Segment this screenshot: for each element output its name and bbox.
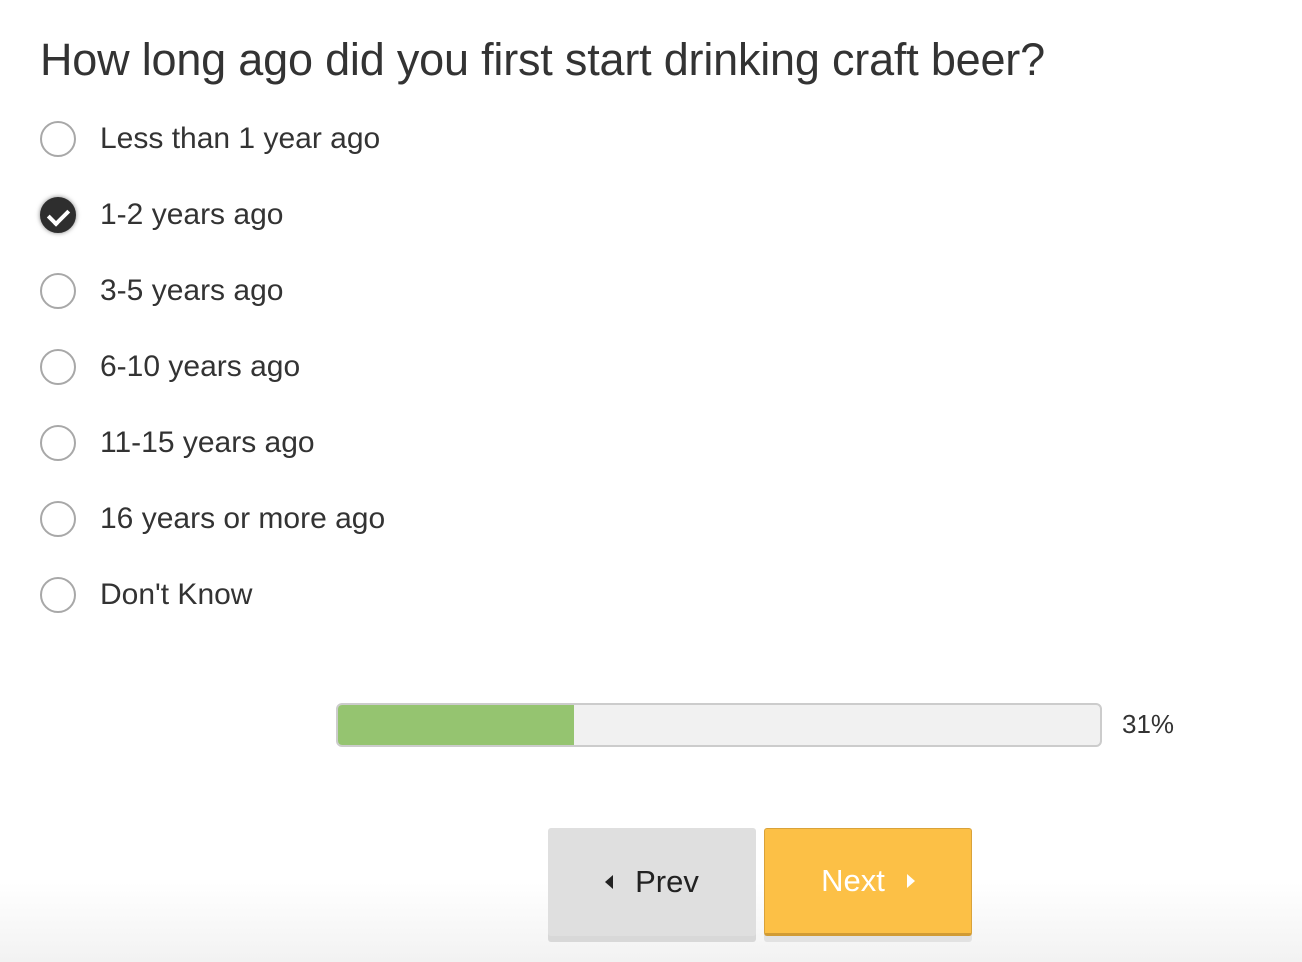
progress-bar xyxy=(336,703,1102,747)
answer-option-label[interactable]: 11-15 years ago xyxy=(100,426,315,460)
prev-button-label: Prev xyxy=(635,864,699,899)
next-button[interactable]: Next xyxy=(764,828,972,936)
answer-options: Less than 1 year ago 1-2 years ago 3-5 yea… xyxy=(40,120,385,614)
answer-option[interactable]: Don't Know xyxy=(40,576,385,614)
answer-option-label[interactable]: 3-5 years ago xyxy=(100,274,283,308)
answer-option-label[interactable]: 16 years or more ago xyxy=(100,502,385,536)
progress-fill xyxy=(338,705,575,745)
answer-option-label[interactable]: Don't Know xyxy=(100,578,252,612)
radio-checked-icon[interactable] xyxy=(40,197,76,233)
answer-option[interactable]: 6-10 years ago xyxy=(40,348,385,386)
caret-right-icon xyxy=(906,874,915,888)
progress-percent: 31% xyxy=(1122,709,1175,739)
caret-left-icon xyxy=(605,875,614,889)
question-title: How long ago did you first start drinkin… xyxy=(40,34,1045,85)
answer-option-label[interactable]: 1-2 years ago xyxy=(100,198,283,232)
next-button-label: Next xyxy=(821,863,885,898)
answer-option-label[interactable]: Less than 1 year ago xyxy=(100,122,380,156)
radio-button[interactable] xyxy=(40,425,76,461)
answer-option[interactable]: 11-15 years ago xyxy=(40,424,385,462)
radio-button[interactable] xyxy=(40,501,76,537)
radio-button[interactable] xyxy=(40,273,76,309)
answer-option-label[interactable]: 6-10 years ago xyxy=(100,350,300,384)
answer-option[interactable]: 1-2 years ago xyxy=(40,196,385,234)
answer-option[interactable]: 3-5 years ago xyxy=(40,272,385,310)
answer-option[interactable]: Less than 1 year ago xyxy=(40,120,385,158)
prev-button[interactable]: Prev xyxy=(548,828,756,936)
progress-track xyxy=(336,703,1102,747)
radio-button[interactable] xyxy=(40,121,76,157)
radio-button[interactable] xyxy=(40,349,76,385)
answer-option[interactable]: 16 years or more ago xyxy=(40,500,385,538)
radio-button[interactable] xyxy=(40,577,76,613)
